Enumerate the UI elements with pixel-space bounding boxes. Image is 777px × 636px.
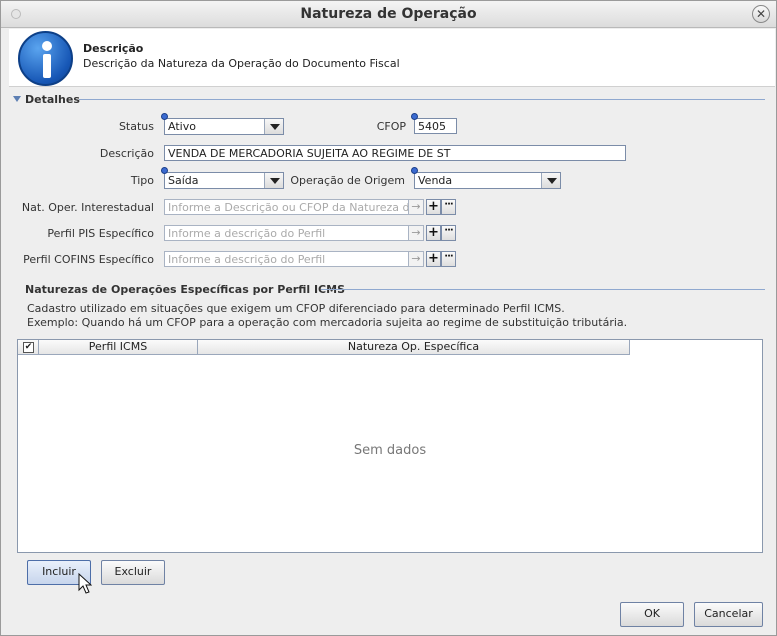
required-indicator-icon xyxy=(411,113,418,120)
help-text: Exemplo: Quando há um CFOP para a operaç… xyxy=(27,316,628,329)
title-bar[interactable]: Natureza de Operação ✕ xyxy=(1,1,776,28)
operacao-origem-label: Operação de Origem xyxy=(290,174,405,187)
details-section-title: Detalhes xyxy=(25,93,80,106)
dialog-header: Descrição Descrição da Natureza da Opera… xyxy=(9,29,775,87)
perfil-pis-input[interactable]: Informe a descrição do Perfil xyxy=(164,225,409,241)
arrow-right-icon[interactable]: → xyxy=(408,225,424,241)
header-subtitle: Descrição da Natureza da Operação do Doc… xyxy=(83,57,400,70)
descricao-input[interactable]: VENDA DE MERCADORIA SUJEITA AO REGIME DE… xyxy=(164,145,626,161)
empty-state-text: Sem dados xyxy=(353,443,427,458)
descricao-label: Descrição xyxy=(99,147,154,160)
required-indicator-icon xyxy=(161,113,168,120)
status-label: Status xyxy=(118,120,154,133)
required-indicator-icon xyxy=(161,167,168,174)
nat-interestadual-label: Nat. Oper. Interestadual xyxy=(21,201,154,214)
column-header-perfil-icms[interactable]: Perfil ICMS xyxy=(39,340,198,355)
status-value: Ativo xyxy=(168,120,196,133)
add-button[interactable]: + xyxy=(426,225,441,241)
section-divider xyxy=(321,289,765,290)
excluir-button[interactable]: Excluir xyxy=(101,560,165,585)
required-indicator-icon xyxy=(411,167,418,174)
column-header-natureza-especifica[interactable]: Natureza Op. Específica xyxy=(198,340,630,355)
nat-interestadual-input[interactable]: Informe a Descrição ou CFOP da Natureza … xyxy=(164,199,409,215)
chevron-down-icon[interactable] xyxy=(541,173,560,188)
operacao-origem-value: Venda xyxy=(418,174,453,187)
mouse-pointer-icon xyxy=(78,573,92,594)
icms-table[interactable]: ✔ Perfil ICMS Natureza Op. Específica Se… xyxy=(17,339,763,553)
close-icon[interactable]: ✕ xyxy=(752,5,770,23)
window-title: Natureza de Operação xyxy=(300,6,477,22)
tipo-value: Saída xyxy=(168,174,199,187)
collapse-triangle-icon[interactable] xyxy=(13,96,21,102)
add-button[interactable]: + xyxy=(426,199,441,215)
icms-section-title: Naturezas de Operações Específicas por P… xyxy=(25,283,345,296)
dialog-window: Natureza de Operação ✕ Descrição Descriç… xyxy=(0,0,777,636)
perfil-cofins-label: Perfil COFINS Específico xyxy=(23,253,154,266)
select-all-header[interactable]: ✔ xyxy=(18,340,39,355)
chevron-down-icon[interactable] xyxy=(264,119,283,134)
details-section-header[interactable]: Detalhes xyxy=(13,93,765,106)
section-divider xyxy=(79,99,765,100)
cancelar-button[interactable]: Cancelar xyxy=(694,602,763,627)
tipo-select[interactable]: Saída xyxy=(164,172,284,189)
status-select[interactable]: Ativo xyxy=(164,118,284,135)
help-text: Cadastro utilizado em situações que exig… xyxy=(27,302,565,315)
header-title: Descrição xyxy=(83,42,144,55)
operacao-origem-select[interactable]: Venda xyxy=(414,172,561,189)
add-button[interactable]: + xyxy=(426,251,441,267)
info-icon xyxy=(18,31,73,86)
more-button[interactable]: ··· xyxy=(441,251,456,267)
perfil-pis-label: Perfil PIS Específico xyxy=(47,227,154,240)
select-all-checkbox[interactable]: ✔ xyxy=(23,342,34,353)
icms-section-header: Naturezas de Operações Específicas por P… xyxy=(25,283,765,297)
arrow-right-icon[interactable]: → xyxy=(408,251,424,267)
table-header: ✔ Perfil ICMS Natureza Op. Específica xyxy=(18,340,630,355)
more-button[interactable]: ··· xyxy=(441,225,456,241)
ok-button[interactable]: OK xyxy=(620,602,684,627)
arrow-right-icon[interactable]: → xyxy=(408,199,424,215)
tipo-label: Tipo xyxy=(130,174,154,187)
more-button[interactable]: ··· xyxy=(441,199,456,215)
cfop-input[interactable]: 5405 xyxy=(414,118,457,134)
perfil-cofins-input[interactable]: Informe a descrição do Perfil xyxy=(164,251,409,267)
cfop-label: CFOP xyxy=(376,120,406,133)
